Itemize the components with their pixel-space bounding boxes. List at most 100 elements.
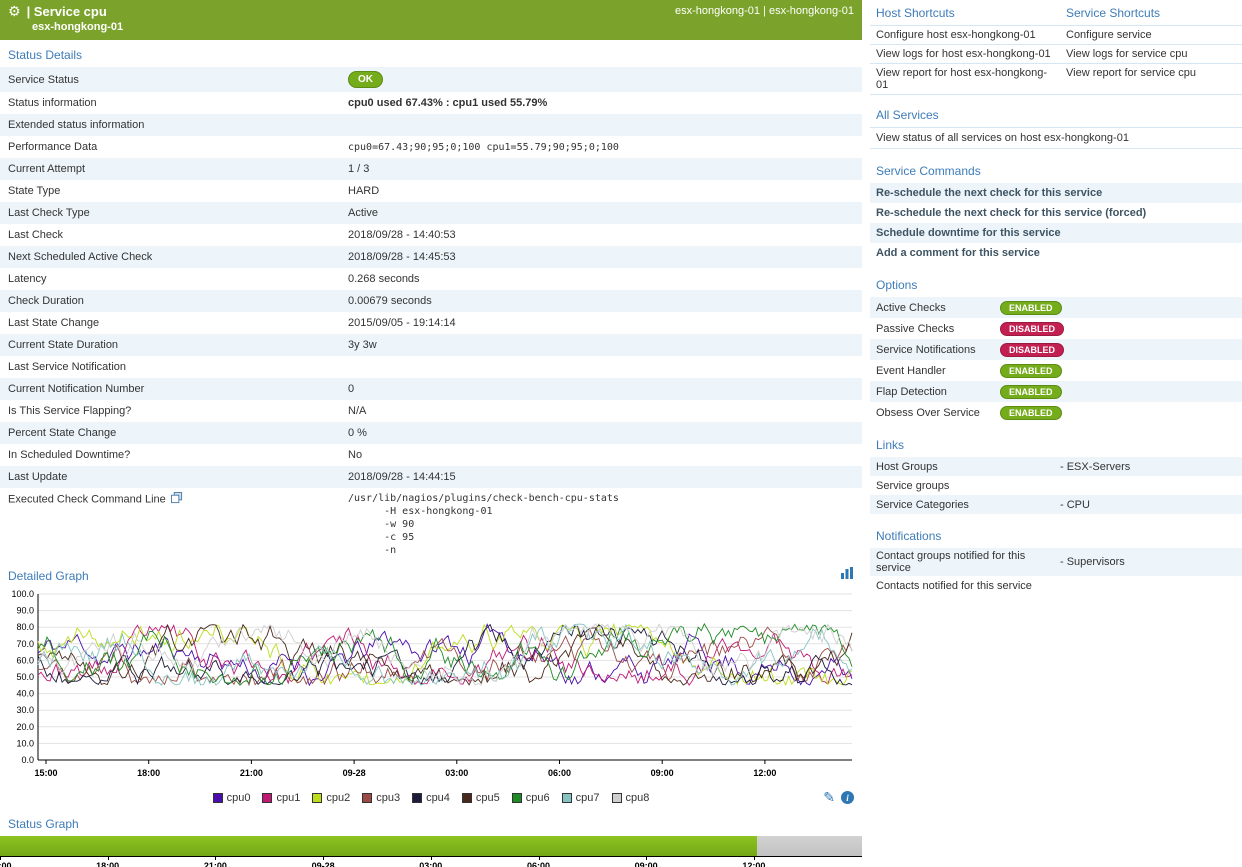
status-row: Executed Check Command Line/usr/lib/nagi… (0, 488, 862, 561)
status-graph-axis: 15:0018:0021:0009-2803:0006:0009:0012:00 (0, 856, 862, 867)
status-row-label: Last Check Type (0, 203, 340, 223)
legend-swatch-cpu5 (462, 793, 472, 803)
status-row-value: HARD (340, 181, 862, 201)
service-command-link[interactable]: Re-schedule the next check for this serv… (870, 203, 1242, 223)
header-host-link[interactable]: esx-hongkong-01 (769, 5, 854, 17)
sidebar: Host Shortcuts Service Shortcuts Configu… (866, 0, 1242, 867)
all-services-link[interactable]: View status of all services on host esx-… (870, 127, 1242, 149)
option-row: Flap DetectionENABLED (870, 381, 1242, 402)
status-segment-ok (0, 836, 757, 856)
link-value[interactable]: - CPU (1060, 499, 1236, 511)
option-state-badge[interactable]: ENABLED (1000, 364, 1062, 378)
svg-text:06:00: 06:00 (548, 768, 571, 778)
detailed-graph-title: Detailed Graph (0, 561, 97, 588)
service-shortcut-link[interactable]: Configure service (1060, 26, 1242, 44)
info-icon[interactable]: i (841, 791, 854, 804)
svg-text:10.0: 10.0 (16, 738, 34, 748)
gear-icon[interactable]: ⚙ (8, 3, 21, 20)
status-details-title: Status Details (0, 40, 862, 67)
status-row-value: 3y 3w (340, 335, 862, 355)
svg-text:09:00: 09:00 (651, 768, 674, 778)
option-state-badge[interactable]: DISABLED (1000, 322, 1064, 336)
svg-text:0.0: 0.0 (21, 755, 34, 765)
status-row: Check Duration0.00679 seconds (0, 290, 862, 312)
status-row-label: Service Status (0, 70, 340, 90)
shortcut-row: View logs for host esx-hongkong-01View l… (870, 45, 1242, 64)
legend-item-cpu2: cpu2 (312, 792, 350, 804)
option-label: Active Checks (876, 302, 1000, 314)
option-state-badge[interactable]: ENABLED (1000, 385, 1062, 399)
status-row-label: Current State Duration (0, 335, 340, 355)
svg-text:50.0: 50.0 (16, 672, 34, 682)
header-host-link[interactable]: esx-hongkong-01 (675, 5, 760, 17)
service-command-link[interactable]: Re-schedule the next check for this serv… (870, 183, 1242, 203)
host-shortcuts-title[interactable]: Host Shortcuts (870, 0, 1060, 25)
option-row: Event HandlerENABLED (870, 360, 1242, 381)
legend-item-cpu1: cpu1 (262, 792, 300, 804)
legend-swatch-cpu7 (562, 793, 572, 803)
kv-row: Contacts notified for this service (870, 576, 1242, 595)
edit-graph-icon[interactable]: ✎ (823, 789, 835, 806)
status-row-label: Performance Data (0, 137, 340, 157)
service-shortcut-link[interactable]: View logs for service cpu (1060, 45, 1242, 63)
options-title: Options (870, 271, 1242, 297)
status-row-label: Last Service Notification (0, 357, 340, 377)
option-state-badge[interactable]: ENABLED (1000, 301, 1062, 315)
kv-label: Host Groups (876, 461, 1060, 473)
legend-swatch-cpu4 (412, 793, 422, 803)
status-row-value: 0 (340, 379, 862, 399)
graph-popout-icon[interactable] (840, 566, 854, 583)
status-axis-label: 06:00 (527, 861, 550, 867)
svg-text:80.0: 80.0 (16, 622, 34, 632)
kv-label: Contacts notified for this service (876, 580, 1060, 592)
status-row-value: N/A (340, 401, 862, 421)
svg-text:60.0: 60.0 (16, 655, 34, 665)
service-commands-table: Re-schedule the next check for this serv… (870, 183, 1242, 263)
status-row: State TypeHARD (0, 180, 862, 202)
service-command-link[interactable]: Schedule downtime for this service (870, 223, 1242, 243)
status-row: Is This Service Flapping?N/A (0, 400, 862, 422)
link-value[interactable]: - ESX-Servers (1060, 461, 1236, 473)
all-services-table: View status of all services on host esx-… (870, 127, 1242, 149)
status-graph-title: Status Graph (0, 809, 862, 836)
status-axis-label: 03:00 (419, 861, 442, 867)
status-axis-label: 21:00 (204, 861, 227, 867)
option-state-badge[interactable]: ENABLED (1000, 406, 1062, 420)
kv-label: Service Categories (876, 499, 1060, 511)
service-shortcut-link[interactable]: View report for service cpu (1060, 64, 1242, 94)
status-row-value: Active (340, 203, 862, 223)
status-row-label: Latency (0, 269, 340, 289)
host-shortcut-link[interactable]: View logs for host esx-hongkong-01 (870, 45, 1060, 63)
legend-swatch-cpu6 (512, 793, 522, 803)
host-shortcut-link[interactable]: View report for host esx-hongkong-01 (870, 64, 1060, 94)
option-label: Obsess Over Service (876, 407, 1000, 419)
service-command-link[interactable]: Add a comment for this service (870, 243, 1242, 263)
copy-icon[interactable] (171, 495, 183, 507)
status-row: Current Attempt1 / 3 (0, 158, 862, 180)
host-shortcut-link[interactable]: Configure host esx-hongkong-01 (870, 26, 1060, 44)
status-row-label: Last Check (0, 225, 340, 245)
status-row-value: /usr/lib/nagios/plugins/check-bench-cpu-… (340, 488, 862, 561)
service-shortcuts-title[interactable]: Service Shortcuts (1060, 0, 1242, 25)
shortcuts-table: Configure host esx-hongkong-01Configure … (870, 26, 1242, 95)
host-subtitle-link[interactable]: esx-hongkong-01 (32, 21, 123, 33)
service-header-left: ⚙ | Service cpu esx-hongkong-01 (8, 3, 123, 40)
status-row-value: 2018/09/28 - 14:40:53 (340, 225, 862, 245)
status-row-label: Percent State Change (0, 423, 340, 443)
option-state-badge[interactable]: DISABLED (1000, 343, 1064, 357)
status-axis-tick (431, 857, 432, 860)
all-services-title: All Services (870, 101, 1242, 127)
svg-text:12:00: 12:00 (753, 768, 776, 778)
notification-value[interactable]: - Supervisors (1060, 556, 1236, 568)
status-row: Extended status information (0, 114, 862, 136)
svg-text:18:00: 18:00 (137, 768, 160, 778)
status-row-label: Current Attempt (0, 159, 340, 179)
status-row: Performance Datacpu0=67.43;90;95;0;100 c… (0, 136, 862, 158)
status-row-value: 2015/09/05 - 19:14:14 (340, 313, 862, 333)
status-row: Last Check2018/09/28 - 14:40:53 (0, 224, 862, 246)
status-segment-no-data (757, 836, 862, 856)
status-row: In Scheduled Downtime?No (0, 444, 862, 466)
kv-label: Contact groups notified for this service (876, 550, 1060, 574)
status-row: Last State Change2015/09/05 - 19:14:14 (0, 312, 862, 334)
status-row: Latency0.268 seconds (0, 268, 862, 290)
